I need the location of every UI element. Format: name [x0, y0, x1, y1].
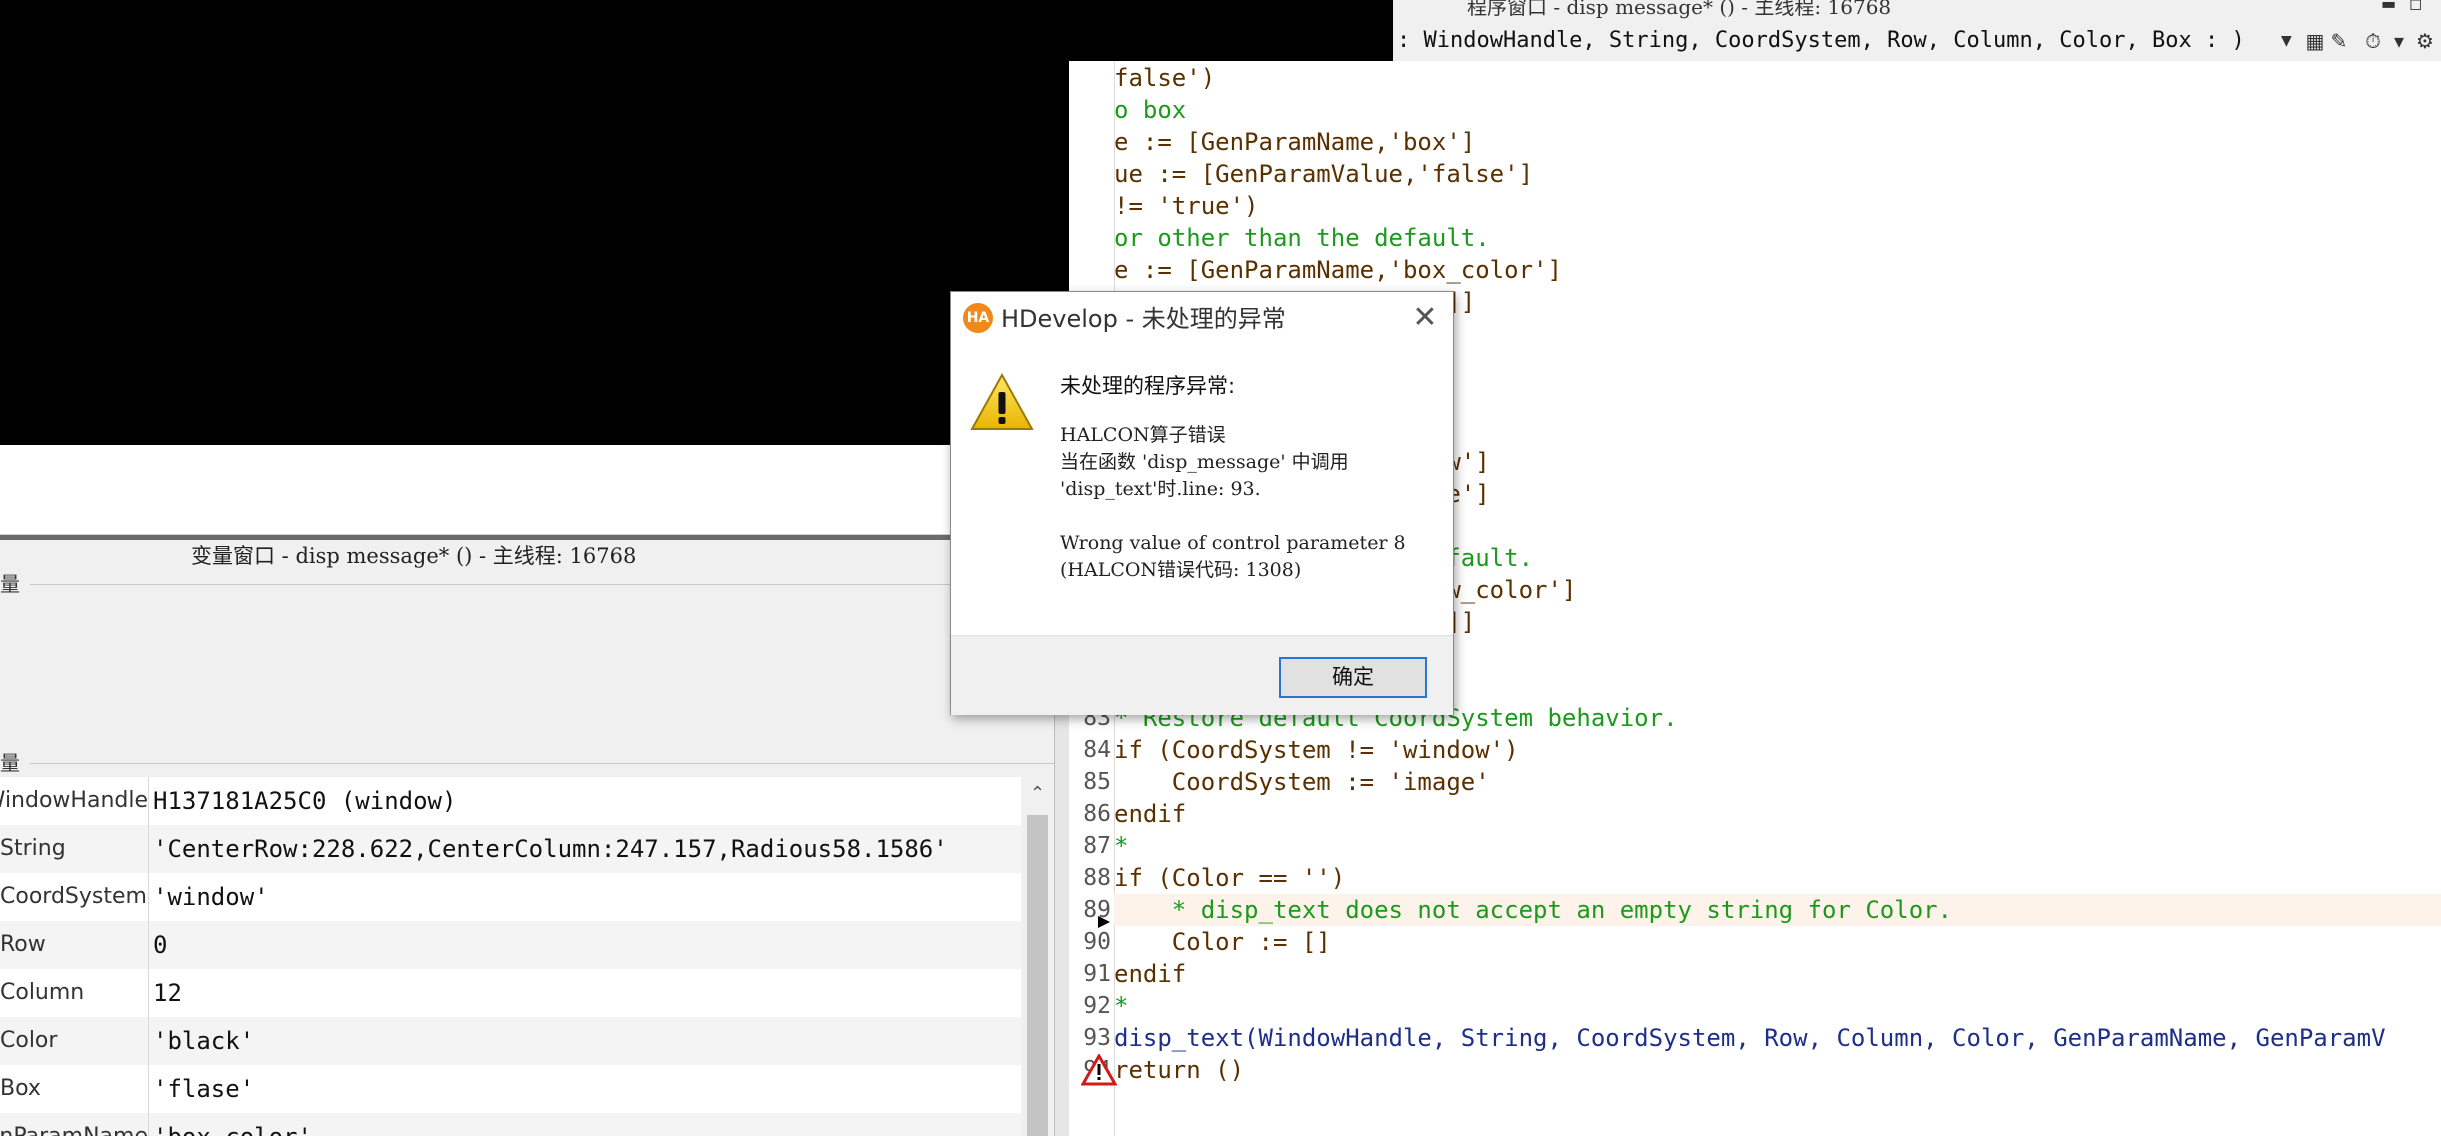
line-number: 84	[1083, 737, 1111, 763]
hdevelop-logo-icon: HA	[963, 303, 993, 333]
code-text: endif	[1114, 960, 1187, 988]
error-line-1: 当在函数 'disp_message' 中调用	[1060, 451, 1349, 473]
variable-name: String	[0, 825, 149, 873]
line-number: 90	[1083, 929, 1111, 955]
control-variables-group: 量	[0, 753, 1054, 773]
dialog-titlebar[interactable]: HA HDevelop - 未处理的异常 ✕	[951, 292, 1453, 346]
code-text: * disp_text does not accept an empty str…	[1114, 896, 1953, 924]
variable-name: GenParamName	[0, 1113, 149, 1136]
line-number: 91	[1083, 961, 1111, 987]
dialog-message: HALCON算子错误 当在函数 'disp_message' 中调用 'disp…	[1060, 422, 1440, 584]
variable-value: 'flase'	[153, 1075, 255, 1103]
variable-name: WindowHandle	[0, 777, 149, 825]
code-text: ue := [GenParamValue,'false']	[1114, 160, 1534, 188]
variable-name: Column	[0, 969, 149, 1017]
variable-window-titlebar[interactable]: 变量窗口 - disp message* () - 主线程: 16768	[0, 541, 1054, 571]
code-text: if (CoordSystem != 'window')	[1114, 736, 1519, 764]
variable-name: Color	[0, 1017, 149, 1065]
variable-value: 'CenterRow:228.622,CenterColumn:247.157,…	[153, 835, 948, 863]
ok-button[interactable]: 确定	[1279, 657, 1427, 698]
error-title: HALCON算子错误	[1060, 424, 1226, 446]
line-number: 88	[1083, 865, 1111, 891]
code-text: or other than the default.	[1114, 224, 1490, 252]
program-window-title: 程序窗口 - disp message* () - 主线程: 16768	[1467, 0, 1892, 19]
maximize-icon[interactable]: ◻	[2409, 0, 2422, 14]
program-counter-icon	[1098, 916, 1110, 928]
scrollbar-thumb[interactable]	[1027, 815, 1048, 1136]
variable-row[interactable]: GenParamName'box_color'	[0, 1113, 1021, 1136]
variable-name: Row	[0, 921, 149, 969]
variable-row[interactable]: Color'black'	[0, 1017, 1021, 1065]
error-line-2: 'disp_text'时.line: 93.	[1060, 478, 1261, 500]
error-warning-icon	[1081, 1054, 1117, 1086]
variable-row[interactable]: WindowHandle H137181A25C0 (window)	[0, 777, 1021, 825]
control-group-label: 量	[0, 751, 20, 775]
chevron-down-icon[interactable]: ▼	[2281, 21, 2292, 61]
variable-row[interactable]: Box'flase'	[0, 1065, 1021, 1113]
dialog-heading: 未处理的程序异常:	[1060, 374, 1236, 398]
line-number: 93	[1083, 1025, 1111, 1051]
scroll-up-icon[interactable]: ⌃	[1021, 777, 1054, 811]
code-text: if (Color == '')	[1114, 864, 1346, 892]
code-text: CoordSystem := 'image'	[1114, 768, 1490, 796]
code-text: o box	[1114, 96, 1187, 124]
line-number: 86	[1083, 801, 1111, 827]
variable-row[interactable]: Row 0	[0, 921, 1021, 969]
variable-name: Box	[0, 1065, 149, 1113]
code-text: *	[1114, 992, 1129, 1020]
code-text: false')	[1114, 64, 1216, 92]
code-text: *	[1114, 832, 1129, 860]
iconic-variables-area[interactable]	[0, 598, 1054, 738]
dropdown-arrow-icon[interactable]: ▾	[2387, 29, 2411, 53]
program-toolbar: : WindowHandle, String, CoordSystem, Row…	[1397, 21, 2441, 62]
variable-window-title: 变量窗口 - disp message* () - 主线程: 16768	[191, 544, 637, 568]
close-icon[interactable]: ✕	[1405, 298, 1445, 338]
procedure-signature[interactable]: : WindowHandle, String, CoordSystem, Row…	[1397, 21, 2245, 61]
minimize-icon[interactable]: ▬	[2381, 0, 2396, 14]
variable-row[interactable]: CoordSystem'window'	[0, 873, 1021, 921]
variable-value: 12	[153, 979, 182, 1007]
procedure-interface-icon[interactable]: ▦	[2303, 29, 2327, 53]
unhandled-exception-dialog: HA HDevelop - 未处理的异常 ✕ 未处理的程序异常: HALCON算…	[950, 291, 1454, 715]
variable-value: 'black'	[153, 1027, 255, 1055]
variable-value: 'box_color'	[153, 1113, 312, 1136]
variable-row[interactable]: String 'CenterRow:228.622,CenterColumn:24…	[0, 825, 1021, 873]
variable-name: CoordSystem	[0, 873, 149, 921]
code-text: Color := []	[1114, 928, 1331, 956]
code-text: e := [GenParamName,'box_color']	[1114, 256, 1562, 284]
code-text: != 'true')	[1114, 192, 1259, 220]
iconic-group-label: 量	[0, 572, 20, 596]
dialog-footer: 确定	[951, 635, 1453, 715]
dialog-title: HDevelop - 未处理的异常	[1001, 305, 1286, 333]
error-detail: Wrong value of control parameter 8 (HALC…	[1060, 532, 1406, 581]
variable-value: 'window'	[153, 883, 269, 911]
line-number: 85	[1083, 769, 1111, 795]
variable-value: 0	[153, 931, 168, 959]
iconic-variables-group: 量	[0, 574, 1054, 594]
code-text: return ()	[1114, 1056, 1245, 1084]
vertical-splitter[interactable]	[1054, 700, 1070, 1136]
line-number: 92	[1083, 993, 1111, 1019]
variable-scrollbar[interactable]: ⌃	[1021, 777, 1054, 1136]
tool-icon[interactable]: ⚙	[2413, 29, 2437, 53]
code-text: e := [GenParamName,'box']	[1114, 128, 1476, 156]
edit-procedure-icon[interactable]: ✎	[2327, 29, 2351, 53]
warning-icon	[970, 372, 1034, 430]
stopwatch-icon[interactable]: ⏱	[2361, 29, 2385, 53]
line-number: 87	[1083, 833, 1111, 859]
code-text: disp_text(WindowHandle, String, CoordSys…	[1114, 1024, 2386, 1052]
code-text: endif	[1114, 800, 1187, 828]
variable-row[interactable]: Column 12	[0, 969, 1021, 1017]
control-variables-list[interactable]: WindowHandle H137181A25C0 (window) String '…	[0, 777, 1021, 1136]
program-window-titlebar[interactable]: 程序窗口 - disp message* () - 主线程: 16768 ▬ ◻	[1397, 0, 2441, 20]
variable-value: H137181A25C0 (window)	[153, 787, 457, 815]
